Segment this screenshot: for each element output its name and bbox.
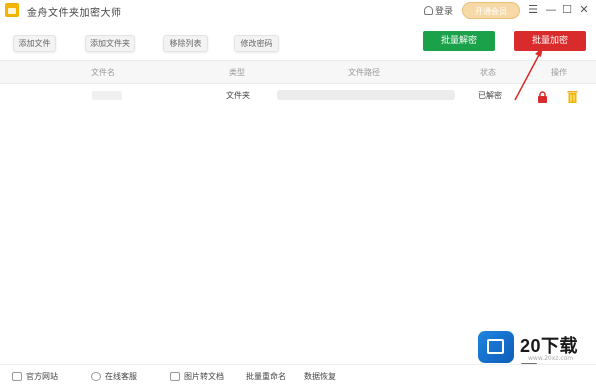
footer-official-site[interactable]: 官方网站 xyxy=(12,371,58,382)
cube-logo-icon xyxy=(478,331,514,363)
footer-data-recovery[interactable]: 数据恢复 xyxy=(304,371,336,382)
monitor-icon xyxy=(12,372,22,381)
footer-image-to-doc[interactable]: 图片转文档 xyxy=(170,371,224,382)
footer-batch-rename[interactable]: 批量重命名 xyxy=(246,371,286,382)
footer-label: 在线客服 xyxy=(105,372,137,381)
footer-bar: 官方网站 在线客服 图片转文档 批量重命名 数据恢复 xyxy=(0,364,596,387)
watermark-url: www.20xz.com xyxy=(528,355,574,362)
footer-label: 批量重命名 xyxy=(246,372,286,381)
footer-label: 图片转文档 xyxy=(184,372,224,381)
image-icon xyxy=(170,372,180,381)
watermark: 20下载网 www.20xz.com xyxy=(478,328,596,382)
footer-label: 官方网站 xyxy=(26,372,58,381)
footer-label: 数据恢复 xyxy=(304,372,336,381)
headset-icon xyxy=(91,372,101,381)
footer-online-service[interactable]: 在线客服 xyxy=(91,371,137,382)
